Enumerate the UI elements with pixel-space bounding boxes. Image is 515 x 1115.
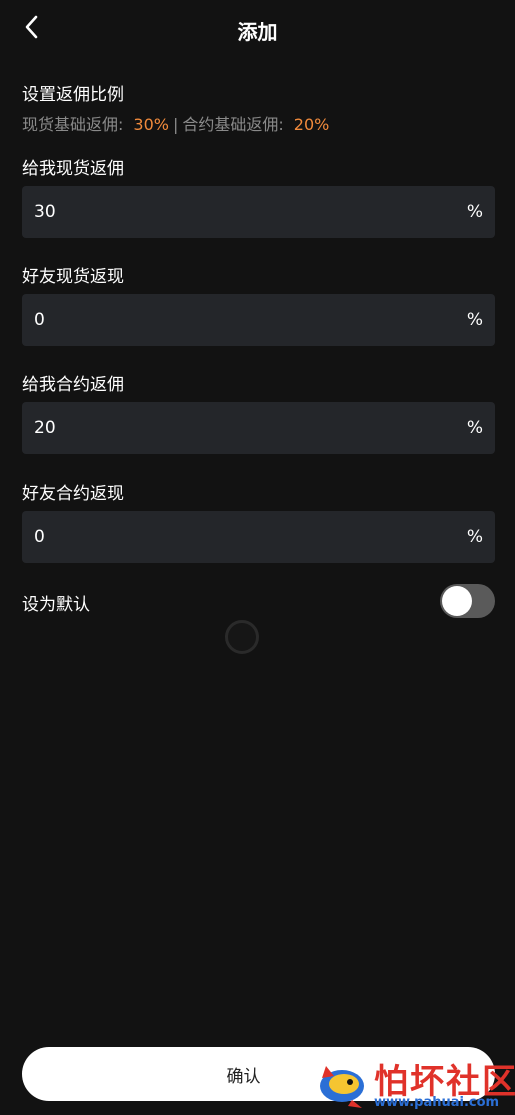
friend-contract-cashback-value[interactable]: 0 xyxy=(34,527,467,547)
base-rates: 现货基础返佣: 30% | 合约基础返佣: 20% xyxy=(22,111,329,135)
watermark-logo-icon xyxy=(312,1056,372,1115)
add-rebate-page: 添加 设置返佣比例 现货基础返佣: 30% | 合约基础返佣: 20% 给我现货返佣 3… xyxy=(0,0,515,1115)
spot-base-label: 现货基础返佣: xyxy=(22,115,124,134)
friend-spot-cashback-label: 好友现货返现 xyxy=(22,267,124,287)
set-default-label: 设为默认 xyxy=(22,595,90,615)
set-default-toggle[interactable] xyxy=(440,584,495,618)
contract-base-value: 20% xyxy=(293,115,330,134)
my-contract-rebate-value[interactable]: 20 xyxy=(34,418,467,438)
friend-contract-cashback-input[interactable]: 0 % xyxy=(22,511,495,563)
my-contract-rebate-input[interactable]: 20 % xyxy=(22,402,495,454)
percent-unit: % xyxy=(466,418,483,438)
friend-spot-cashback-value[interactable]: 0 xyxy=(34,310,467,330)
rates-separator: | xyxy=(172,115,179,134)
header: 添加 xyxy=(0,0,515,58)
friend-spot-cashback-input[interactable]: 0 % xyxy=(22,294,495,346)
contract-base-label: 合约基础返佣: xyxy=(182,115,284,134)
watermark: 怕坏社区 www.pahuai.com xyxy=(312,1052,515,1115)
percent-unit: % xyxy=(466,202,483,222)
spot-base-value: 30% xyxy=(133,115,169,134)
loading-spinner-icon xyxy=(225,620,259,654)
my-spot-rebate-label: 给我现货返佣 xyxy=(22,159,124,179)
my-spot-rebate-value[interactable]: 30 xyxy=(34,202,467,222)
friend-contract-cashback-label: 好友合约返现 xyxy=(22,484,124,504)
percent-unit: % xyxy=(466,527,483,547)
confirm-button-label: 确认 xyxy=(226,1066,261,1087)
watermark-url: www.pahuai.com xyxy=(374,1095,500,1110)
toggle-knob xyxy=(442,586,472,616)
my-spot-rebate-input[interactable]: 30 % xyxy=(22,186,495,238)
rebate-ratio-title: 设置返佣比例 xyxy=(22,85,124,105)
percent-unit: % xyxy=(466,310,483,330)
my-contract-rebate-label: 给我合约返佣 xyxy=(22,375,124,395)
page-title: 添加 xyxy=(237,20,278,44)
